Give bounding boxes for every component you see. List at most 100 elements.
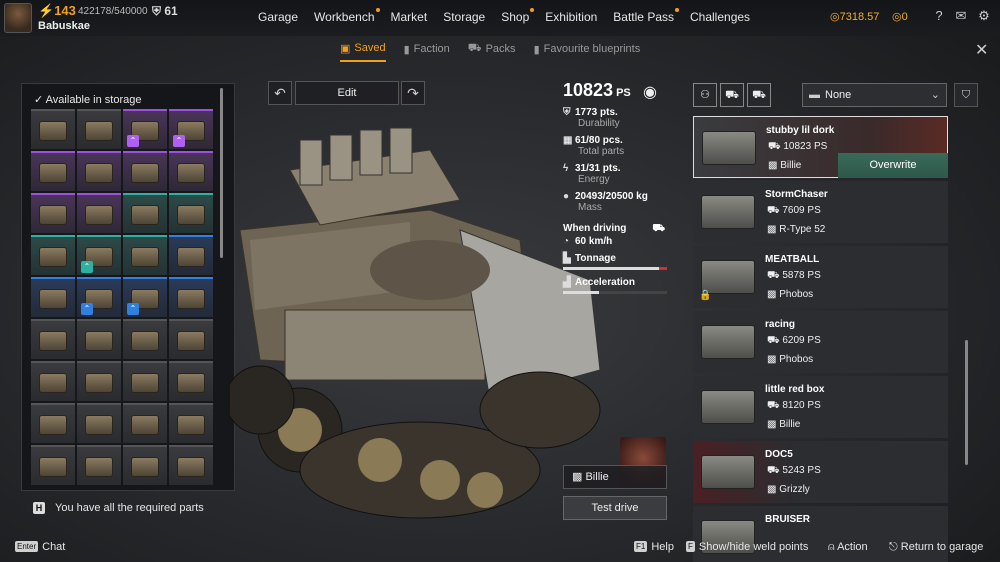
nav-storage[interactable]: Storage — [443, 10, 485, 24]
key-h-icon: H — [33, 502, 45, 514]
filter-drone-button[interactable]: ⚇ — [693, 83, 717, 107]
rotate-right-button[interactable]: ↷ — [401, 81, 425, 105]
storage-part-slot[interactable] — [31, 445, 75, 485]
stat-acceleration: ▟ Acceleration — [563, 277, 636, 288]
overwrite-button[interactable]: Overwrite — [838, 153, 948, 178]
filter-truck-button[interactable]: ⛟ — [747, 83, 771, 107]
storage-part-slot[interactable] — [31, 361, 75, 401]
storage-part-slot[interactable] — [169, 319, 213, 359]
storage-part-slot[interactable] — [123, 193, 167, 233]
vehicle-name: stubby lil dork — [766, 125, 835, 136]
nav-exhibition[interactable]: Exhibition — [545, 10, 597, 24]
storage-part-slot[interactable] — [169, 151, 213, 191]
part-thumbnail — [131, 247, 159, 267]
vehicle-card[interactable]: StormChaser ⛟ 7609 PS ▩ R-Type 52 — [693, 181, 948, 243]
storage-part-slot[interactable] — [77, 319, 121, 359]
nav-challenges[interactable]: Challenges — [690, 10, 750, 24]
storage-part-slot[interactable] — [77, 109, 121, 149]
nav-shop[interactable]: Shop — [501, 8, 535, 24]
vehicle-driver: ▩ Phobos — [767, 289, 814, 300]
return-to-garage-hint[interactable]: ⎋ Return to garage — [889, 541, 983, 554]
storage-part-slot[interactable] — [123, 361, 167, 401]
nav-market[interactable]: Market — [391, 10, 428, 24]
coin-balance: ◎7318.57 — [830, 11, 880, 23]
turret-4 — [389, 127, 413, 174]
help-icon[interactable]: ? — [931, 8, 947, 24]
eye-icon[interactable]: ◉ — [643, 82, 657, 102]
storage-part-slot[interactable] — [123, 403, 167, 443]
nav-garage[interactable]: Garage — [258, 10, 298, 24]
tab-packs[interactable]: ⛟ Packs — [468, 40, 516, 62]
help-hint[interactable]: F1 Help — [634, 541, 674, 553]
rotate-left-button[interactable]: ↶ — [268, 81, 292, 105]
action-hint[interactable]: ⍝ Action — [828, 541, 868, 554]
driver-icon: ▩ — [767, 289, 777, 300]
storage-part-slot[interactable] — [169, 193, 213, 233]
vehicle-card[interactable]: stubby lil dork ⛟ 10823 PS ▩ Billie Overwri… — [693, 116, 948, 178]
test-drive-button[interactable]: Test drive — [563, 496, 667, 520]
storage-part-slot[interactable]: ⌃ — [77, 277, 121, 317]
upgrade-chevron-icon: ⌃ — [127, 303, 139, 315]
vehicle-card[interactable]: MEATBALL ⛟ 5878 PS ▩ Phobos 🔒 — [693, 246, 948, 308]
tab-saved[interactable]: ▣ Saved — [340, 40, 386, 62]
storage-part-slot[interactable]: ⌃ — [77, 235, 121, 275]
storage-part-slot[interactable] — [169, 235, 213, 275]
vehicle-name: little red box — [765, 384, 825, 395]
driver-selector[interactable]: ▩ Billie — [563, 465, 667, 489]
storage-part-slot[interactable] — [169, 403, 213, 443]
vehicle-name: MEATBALL — [765, 254, 820, 265]
player-avatar[interactable] — [4, 3, 32, 33]
clear-filter-button[interactable]: ⛉ — [954, 83, 978, 107]
storage-part-slot[interactable] — [31, 109, 75, 149]
vehicle-driver: ▩ Grizzly — [767, 484, 810, 495]
nav-workbench[interactable]: Workbench — [314, 8, 381, 24]
vehicle-card[interactable]: DOC5 ⛟ 5243 PS ▩ Grizzly — [693, 441, 948, 503]
stat-tonnage: ▙ Tonnage — [563, 253, 616, 264]
part-thumbnail — [39, 205, 67, 225]
filter-car-button[interactable]: ⛟ — [720, 83, 744, 107]
storage-part-slot[interactable] — [77, 193, 121, 233]
car-icon: ⛟ — [767, 465, 780, 476]
storage-scrollbar[interactable] — [220, 88, 223, 258]
storage-part-slot[interactable] — [123, 445, 167, 485]
storage-part-slot[interactable] — [169, 361, 213, 401]
tab-favourite-blueprints[interactable]: ▮ Favourite blueprints — [534, 40, 641, 62]
weld-points-hint[interactable]: F Show/hide weld points — [686, 541, 808, 553]
storage-part-slot[interactable] — [31, 235, 75, 275]
close-icon[interactable]: ✕ — [975, 40, 988, 60]
storage-part-slot[interactable] — [31, 403, 75, 443]
storage-part-slot[interactable] — [31, 319, 75, 359]
storage-part-slot[interactable] — [31, 151, 75, 191]
messages-icon[interactable]: ✉ — [953, 8, 969, 24]
f-key-icon: F — [686, 541, 695, 552]
storage-part-slot[interactable] — [31, 277, 75, 317]
storage-part-slot[interactable]: ⌃ — [169, 109, 213, 149]
storage-part-slot[interactable] — [77, 361, 121, 401]
part-thumbnail — [39, 457, 67, 477]
storage-part-slot[interactable]: ⌃ — [123, 277, 167, 317]
storage-part-slot[interactable] — [123, 319, 167, 359]
storage-title: ✓ Available in storage — [34, 94, 142, 106]
storage-part-slot[interactable] — [77, 403, 121, 443]
storage-part-slot[interactable] — [77, 445, 121, 485]
chat-hint[interactable]: Enter Chat — [15, 541, 65, 553]
storage-part-slot[interactable] — [169, 445, 213, 485]
tab-faction[interactable]: ▮ Faction — [404, 40, 450, 62]
vehicle-name: DOC5 — [765, 449, 793, 460]
vehicle-list-scrollbar[interactable] — [965, 340, 968, 465]
car-icon: ⛟ — [767, 400, 780, 411]
vehicle-card[interactable]: racing ⛟ 6209 PS ▩ Phobos — [693, 311, 948, 373]
filter-dropdown[interactable]: ▬ None ⌄ — [802, 83, 947, 107]
storage-part-slot[interactable] — [77, 151, 121, 191]
storage-part-slot[interactable] — [123, 235, 167, 275]
edit-button[interactable]: Edit — [295, 81, 399, 105]
storage-part-slot[interactable] — [123, 151, 167, 191]
storage-part-slot[interactable]: ⌃ — [123, 109, 167, 149]
storage-part-slot[interactable] — [31, 193, 75, 233]
vehicle-driver: ▩ R-Type 52 — [767, 224, 826, 235]
nav-battle-pass[interactable]: Battle Pass — [613, 8, 679, 24]
shield-icon: ⛨ — [152, 4, 162, 18]
vehicle-card[interactable]: little red box ⛟ 8120 PS ▩ Billie — [693, 376, 948, 438]
storage-part-slot[interactable] — [169, 277, 213, 317]
settings-gear-icon[interactable]: ⚙ — [976, 8, 992, 24]
